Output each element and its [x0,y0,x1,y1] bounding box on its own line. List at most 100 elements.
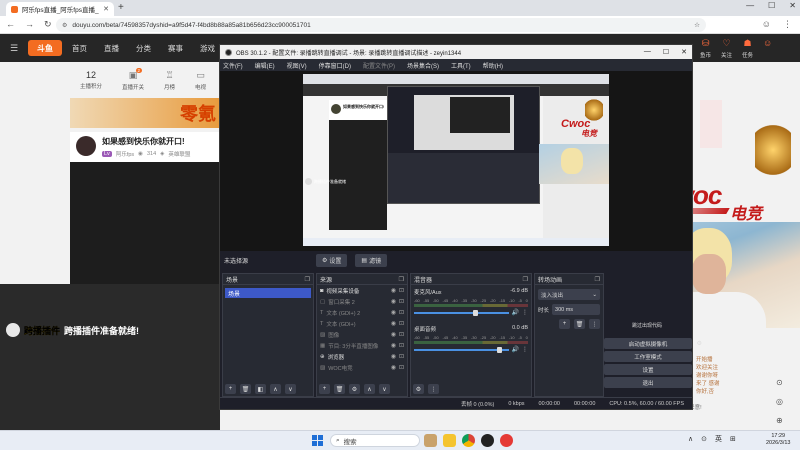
stat-points[interactable]: 12 主播积分 [80,70,102,90]
gear-icon[interactable]: ⚙ [697,340,702,347]
menu-edit[interactable]: 编辑(E) [255,61,275,70]
gift-badge-icon[interactable] [755,120,791,180]
scene-up-button[interactable]: ∧ [270,384,281,394]
remove-scene-button[interactable]: 🗑 [240,384,251,394]
remove-transition-button[interactable]: 🗑 [574,319,585,329]
eye-icon[interactable]: ◉ [391,331,396,338]
source-item[interactable]: T 文本 (GDI+) 2 ◉ ⊡ [317,307,407,318]
source-down-button[interactable]: ∨ [379,384,390,394]
browser-tab[interactable]: 阿乐fps直播_阿乐fps直播_阿乐 ✕ [6,2,114,16]
bookmark-star-icon[interactable]: ☆ [694,21,700,29]
eye-icon[interactable]: ◉ [391,342,396,349]
nav-item-events[interactable]: 赛事 [168,43,183,54]
scene-filter-button[interactable]: ◧ [255,384,266,394]
taskbar-chrome-icon[interactable] [462,434,475,447]
mixer-settings-button[interactable]: ⚙ [413,384,424,394]
lock-icon[interactable]: ⊡ [399,342,404,349]
obs-preview[interactable]: 如果感到快乐你就开口! 跨播插件准备就绪 Cwoc 电竞 [220,71,692,251]
taskbar-app-icon[interactable] [500,434,513,447]
filters-button[interactable]: ▤ 滤镜 [355,253,388,267]
taskbar-clock[interactable]: 17:29 2026/3/13 [766,433,790,447]
eye-icon[interactable]: ◉ [391,298,396,305]
streamer-name[interactable]: 阿乐fps [116,150,134,158]
new-tab-button[interactable]: + [118,2,124,13]
douyu-logo[interactable]: 斗鱼 [28,40,62,56]
nav-item-home[interactable]: 首页 [72,43,87,54]
room-category[interactable]: 英雄联盟 [168,150,190,158]
add-scene-button[interactable]: + [225,384,236,394]
dock-popout-icon[interactable]: ❐ [399,276,404,283]
menu-tools[interactable]: 工具(T) [451,61,471,70]
lock-icon[interactable]: ⊡ [399,309,404,316]
properties-button[interactable]: ⚙ 设置 [316,253,348,267]
taskbar-explorer-icon[interactable] [443,434,456,447]
streamer-avatar[interactable] [76,136,96,156]
dock-popout-icon[interactable]: ❐ [305,276,310,283]
source-item[interactable]: ▨ 图像 ◉ ⊡ [317,329,407,340]
hamburger-menu-icon[interactable]: ☰ [10,43,18,54]
source-item[interactable]: ▨ WOC电竞 ◉ ⊡ [317,362,407,373]
taskbar-widgets-icon[interactable] [424,434,437,447]
menu-profile[interactable]: 配置文件(P) [363,61,395,70]
channel-menu-icon[interactable]: ⋮ [522,346,528,353]
header-action-follow[interactable]: ♡ 关注 [721,38,732,59]
stat-tv[interactable]: ▭ 电视 [195,70,206,91]
eye-icon[interactable]: ◉ [391,287,396,294]
channel-menu-icon[interactable]: ⋮ [522,309,528,316]
reload-icon[interactable]: ↻ [44,19,52,30]
eye-icon[interactable]: ◉ [391,353,396,360]
source-properties-button[interactable]: ⚙ [349,384,360,394]
dock-popout-icon[interactable]: ❐ [523,276,528,283]
volume-slider[interactable] [414,346,509,353]
eye-icon[interactable]: ◉ [391,364,396,371]
side-tool-icon[interactable]: ⊕ [776,416,783,425]
tray-ime-label[interactable]: 英 [715,434,722,444]
menu-docks[interactable]: 停靠窗口(D) [319,61,351,70]
settings-button[interactable]: 设置 [604,364,692,375]
obs-close-button[interactable]: ✕ [681,48,687,56]
address-bar[interactable]: ⚙ douyu.com/beta/74598357dyshid=a9f5d47-… [56,18,706,32]
site-info-icon[interactable]: ⚙ [62,22,67,29]
lock-icon[interactable]: ⊡ [399,353,404,360]
menu-help[interactable]: 帮助(H) [483,61,503,70]
source-up-button[interactable]: ∧ [364,384,375,394]
lock-icon[interactable]: ⊡ [399,364,404,371]
eye-icon[interactable]: ◉ [391,320,396,327]
maximize-button[interactable]: ☐ [768,1,775,10]
tray-chevron-icon[interactable]: ∧ [688,435,693,443]
scene-down-button[interactable]: ∨ [285,384,296,394]
tab-close-icon[interactable]: ✕ [103,5,109,13]
volume-slider[interactable] [414,309,509,316]
transition-menu-button[interactable]: ⋮ [589,319,600,329]
header-action-avatar[interactable]: ☺ [763,38,772,59]
lock-icon[interactable]: ⊡ [399,320,404,327]
preview-canvas[interactable]: 如果感到快乐你就开口! 跨播插件准备就绪 Cwoc 电竞 [303,74,609,246]
start-virtual-camera-button[interactable]: 启动虚拟摄像机 ⚙ [604,338,702,349]
transition-select[interactable]: 淡入淡出 ⌄ [538,289,600,300]
side-ad[interactable] [700,100,722,148]
side-tool-icon[interactable]: ◎ [776,397,783,406]
nav-item-games[interactable]: 游戏 [200,43,215,54]
mixer-menu-button[interactable]: ⋮ [428,384,439,394]
volume-knob[interactable] [473,309,479,316]
tray-grid-icon[interactable]: ⊞ [730,435,736,443]
duration-input[interactable]: 300 ms [552,304,600,315]
menu-dots-icon[interactable]: ⋮ [783,19,792,30]
source-item[interactable]: ▢ 窗口采集 2 ◉ ⊡ [317,296,407,307]
add-source-button[interactable]: + [319,384,330,394]
profile-icon[interactable]: ☺ [762,19,771,30]
studio-mode-button[interactable]: 工作室模式 [604,351,692,362]
dock-popout-icon[interactable]: ❐ [595,276,600,283]
header-action-coins[interactable]: ⛁ 鱼币 [700,38,711,59]
nav-item-live[interactable]: 直播 [104,43,119,54]
forward-arrow-icon[interactable]: → [25,19,34,30]
minimize-button[interactable]: — [746,1,754,10]
lock-icon[interactable]: ⊡ [399,287,404,294]
source-item[interactable]: ⊕ 浏览器 ◉ ⊡ [317,351,407,362]
source-item[interactable]: T 文本 (GDI+) ◉ ⊡ [317,318,407,329]
lock-icon[interactable]: ⊡ [399,298,404,305]
source-item[interactable]: ◙ 视频采集设备 ◉ ⊡ [317,285,407,296]
menu-scene-collection[interactable]: 场景集合(S) [407,61,439,70]
add-transition-button[interactable]: + [559,319,570,329]
remove-source-button[interactable]: 🗑 [334,384,345,394]
